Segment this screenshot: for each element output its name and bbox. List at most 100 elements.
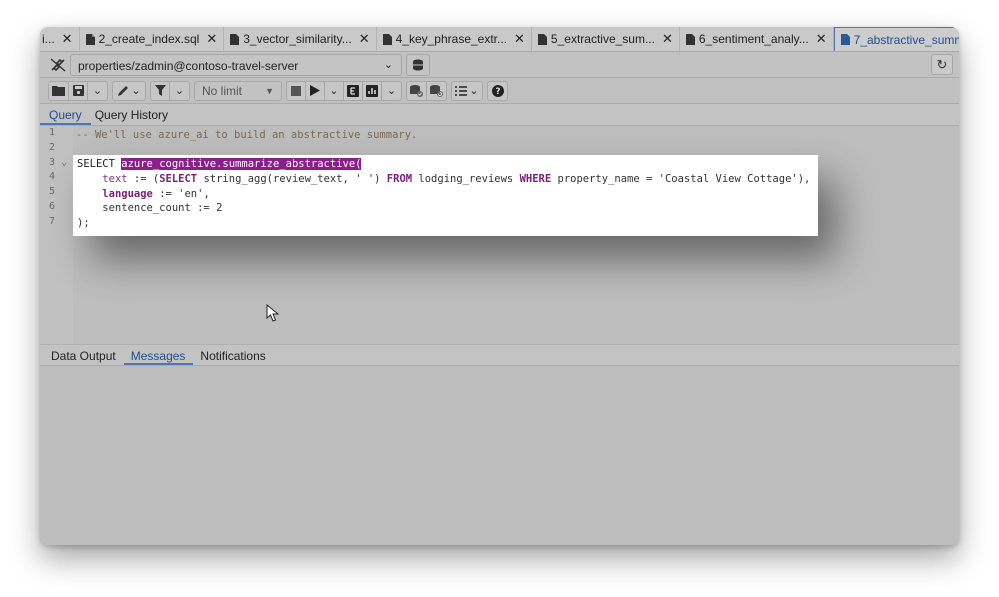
refresh-icon: ↻ xyxy=(936,56,948,72)
stop-icon xyxy=(291,85,301,96)
filter-icon xyxy=(154,85,166,96)
macros-button[interactable]: ⌄ xyxy=(452,82,482,100)
macros-group: ⌄ xyxy=(451,80,483,101)
chart-icon xyxy=(366,84,378,97)
svg-text:?: ? xyxy=(495,87,500,97)
file-group: ⌄ xyxy=(48,80,108,101)
commit-button[interactable] xyxy=(407,81,427,100)
tab-messages[interactable]: Messages xyxy=(123,345,194,365)
line-number: 3 ⌄ xyxy=(49,156,68,168)
chevron-down-icon: ⌄ xyxy=(174,85,185,97)
close-icon[interactable]: ✕ xyxy=(816,31,827,47)
rollback-button[interactable] xyxy=(427,82,446,100)
tab-label: i... xyxy=(42,32,55,46)
connection-status-icon[interactable] xyxy=(48,56,68,74)
tab-4-key-phrase[interactable]: 4_key_phrase_extr... ✕ xyxy=(377,27,532,51)
code-line-6: sentence_count := 2 xyxy=(77,202,223,215)
chevron-down-icon: ⌄ xyxy=(131,85,141,97)
edit-button[interactable]: ⌄ xyxy=(113,82,145,100)
tab-overflow[interactable]: i... ✕ xyxy=(40,27,80,51)
tab-3-vector-similarity[interactable]: 3_vector_similarity... ✕ xyxy=(224,27,377,51)
stop-button[interactable] xyxy=(287,81,306,100)
save-options-button[interactable]: ⌄ xyxy=(88,82,107,100)
save-icon xyxy=(72,85,84,96)
tab-label: 6_sentiment_analy... xyxy=(698,32,809,46)
fold-chevron-icon[interactable]: ⌄ xyxy=(61,157,67,168)
chevron-down-icon: ⌄ xyxy=(469,85,479,97)
caret-down-icon: ▼ xyxy=(265,85,274,96)
tab-notifications[interactable]: Notifications xyxy=(193,345,273,365)
file-tab-bar: i... ✕ 2_create_index.sql ✕ 3_vector_sim… xyxy=(40,27,959,52)
pgadmin-window: i... ✕ 2_create_index.sql ✕ 3_vector_sim… xyxy=(40,27,959,545)
tab-label: 4_key_phrase_extr... xyxy=(395,32,508,46)
line-number: 2 xyxy=(49,141,56,153)
explain-analyze-button[interactable] xyxy=(363,81,382,100)
line-number: 1 xyxy=(49,127,56,138)
database-rollback-icon xyxy=(430,84,443,97)
close-icon[interactable]: ✕ xyxy=(514,31,525,47)
line-number: 7 xyxy=(49,215,56,227)
list-icon xyxy=(455,85,468,96)
execute-group: ⌄ ⌄ xyxy=(286,80,402,101)
connection-select[interactable]: properties/zadmin@contoso-travel-server … xyxy=(70,54,402,76)
filter-group: ⌄ xyxy=(150,80,190,101)
file-icon xyxy=(537,33,547,45)
close-icon[interactable]: ✕ xyxy=(662,31,673,47)
file-icon xyxy=(685,33,695,45)
database-button[interactable] xyxy=(406,54,430,76)
explain-button[interactable] xyxy=(344,81,363,100)
explain-options-button[interactable]: ⌄ xyxy=(382,82,401,100)
tab-label: 3_vector_similarity... xyxy=(243,32,352,46)
help-icon: ? xyxy=(491,84,504,97)
explain-icon xyxy=(347,84,359,97)
code-line-3: SELECT azure_cognitive.summarize_abstrac… xyxy=(77,158,362,170)
connection-label: properties/zadmin@contoso-travel-server xyxy=(78,59,299,73)
close-icon[interactable]: ✕ xyxy=(62,31,73,47)
reset-layout-button[interactable]: ↻ xyxy=(931,54,953,75)
mouse-cursor-icon xyxy=(266,304,280,322)
code-area[interactable]: -- We'll use azure_ai to build an abstra… xyxy=(76,128,417,143)
folder-icon xyxy=(52,86,65,96)
zoomed-code-popup: SELECT azure_cognitive.summarize_abstrac… xyxy=(73,155,818,236)
code-line-comment: -- We'll use azure_ai to build an abstra… xyxy=(76,129,418,141)
tab-2-create-index[interactable]: 2_create_index.sql ✕ xyxy=(80,27,225,51)
transaction-group xyxy=(406,80,447,101)
tab-7-abstractive-summary[interactable]: 7_abstractive_summary.sql ✕ xyxy=(833,27,959,51)
row-limit-value: No limit xyxy=(202,83,243,98)
play-icon xyxy=(310,85,320,96)
save-button[interactable] xyxy=(69,81,88,100)
execute-options-button[interactable]: ⌄ xyxy=(325,81,344,100)
file-icon xyxy=(230,33,240,45)
result-tabs: Data Output Messages Notifications xyxy=(40,344,959,366)
chevron-down-icon: ⌄ xyxy=(92,85,103,97)
code-line-4: text := (SELECT string_agg(review_text, … xyxy=(102,172,811,185)
tab-query[interactable]: Query xyxy=(40,104,91,125)
tab-query-history[interactable]: Query History xyxy=(91,104,177,125)
execute-button[interactable] xyxy=(306,81,325,100)
chevron-down-icon: ⌄ xyxy=(329,85,339,97)
chevron-down-icon: ⌄ xyxy=(386,85,397,97)
chevron-down-icon: ⌄ xyxy=(383,59,393,71)
tab-6-sentiment-analysis[interactable]: 6_sentiment_analy... ✕ xyxy=(680,27,834,51)
filter-button[interactable] xyxy=(151,81,170,100)
query-toolbar: ⌄ ⌄ ⌄ No limit ▼ ⌄ ⌄ ⌄ ? xyxy=(40,78,959,104)
help-group: ? xyxy=(487,80,508,101)
database-icon xyxy=(413,59,423,71)
tab-data-output[interactable]: Data Output xyxy=(40,345,124,365)
code-line-5: language := 'en', xyxy=(102,187,210,200)
help-button[interactable]: ? xyxy=(488,82,507,100)
row-limit-select[interactable]: No limit ▼ xyxy=(194,80,282,101)
tab-5-extractive-summary[interactable]: 5_extractive_sum... ✕ xyxy=(532,27,680,51)
close-icon[interactable]: ✕ xyxy=(206,31,217,47)
file-icon xyxy=(382,33,392,45)
line-number-gutter: 1 2 3 ⌄ 4 5 6 7 xyxy=(40,126,73,344)
open-file-button[interactable] xyxy=(49,81,69,100)
close-icon[interactable]: ✕ xyxy=(359,31,370,47)
connection-bar: properties/zadmin@contoso-travel-server … xyxy=(40,52,959,78)
pencil-icon xyxy=(118,85,129,96)
database-commit-icon xyxy=(410,84,423,97)
sql-editor[interactable]: 1 2 3 ⌄ 4 5 6 7 -- We'll use azure_ai to… xyxy=(40,126,959,344)
filter-options-button[interactable]: ⌄ xyxy=(170,82,189,100)
tab-label: 2_create_index.sql xyxy=(98,32,200,46)
line-number: 6 xyxy=(49,200,56,212)
